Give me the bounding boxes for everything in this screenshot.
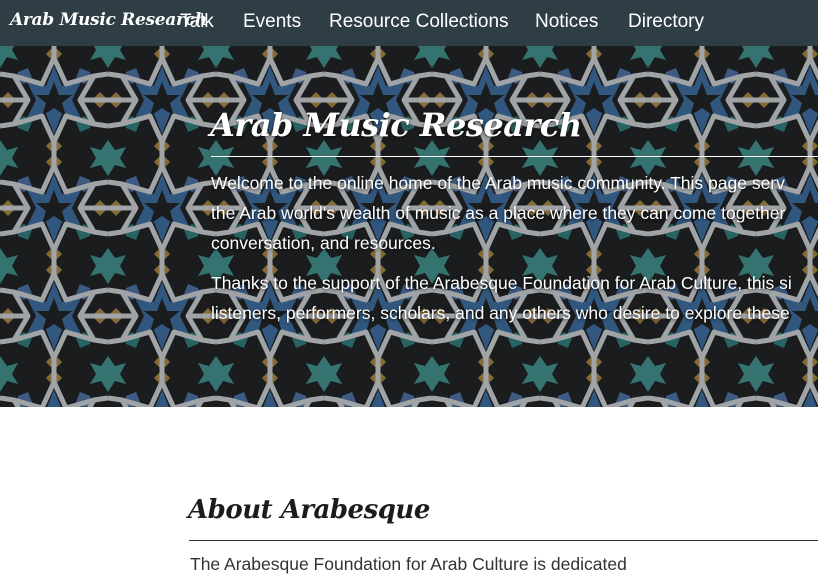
hero-welcome-paragraph: Welcome to the online home of the Arab m… — [211, 168, 785, 258]
hero-support-paragraph: Thanks to the support of the Arabesque F… — [211, 268, 792, 328]
hero-banner: Arab Music Research Welcome to the onlin… — [0, 46, 818, 407]
top-navigation-bar: Arab Music Research Talk Events Resource… — [0, 0, 818, 46]
nav-item-notices[interactable]: Notices — [535, 11, 598, 33]
about-section-text: The Arabesque Foundation for Arab Cultur… — [190, 554, 627, 574]
nav-item-talk[interactable]: Talk — [180, 11, 214, 33]
hero-text-line: listeners, performers, scholars, and any… — [211, 303, 790, 323]
hero-text-line: conversation, and resources. — [211, 233, 436, 253]
nav-item-events[interactable]: Events — [243, 11, 301, 33]
about-section-heading: About Arabesque — [188, 495, 430, 525]
hero-text-line: Thanks to the support of the Arabesque F… — [211, 273, 792, 293]
hero-title: Arab Music Research — [210, 106, 582, 144]
nav-item-directory[interactable]: Directory — [628, 11, 704, 33]
hero-text-line: the Arab world's wealth of music as a pl… — [211, 203, 786, 223]
site-logo-link[interactable]: Arab Music Research — [10, 10, 207, 30]
hero-divider — [211, 156, 818, 157]
about-divider — [189, 540, 818, 541]
hero-text-line: Welcome to the online home of the Arab m… — [211, 173, 785, 193]
nav-item-resource-collections[interactable]: Resource Collections — [329, 11, 509, 33]
